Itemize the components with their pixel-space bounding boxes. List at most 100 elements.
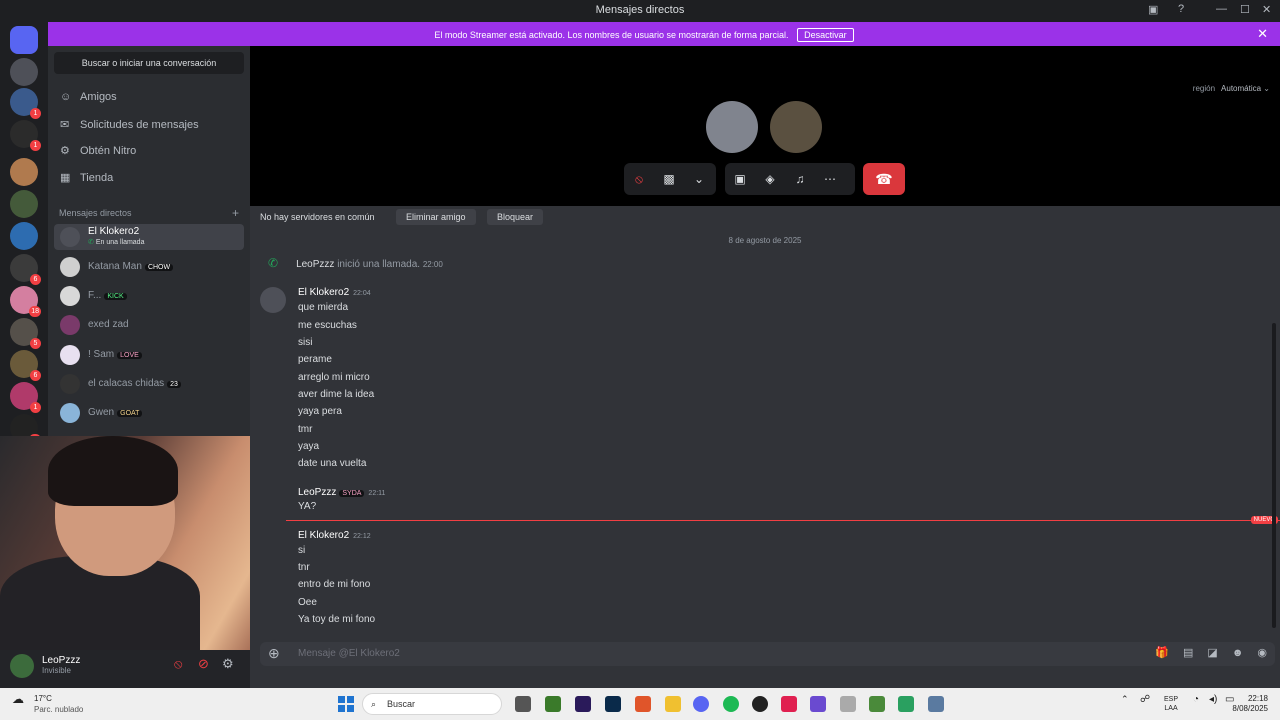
chevron-up-icon[interactable]: ⌃ bbox=[1121, 695, 1129, 704]
more-icon[interactable]: ⋯ bbox=[815, 163, 845, 195]
task-view-icon[interactable] bbox=[515, 696, 531, 712]
call-participant-avatar[interactable] bbox=[706, 101, 758, 153]
language-indicator[interactable]: ESP LAA bbox=[1164, 695, 1178, 713]
maximize-button[interactable]: ☐ bbox=[1240, 3, 1250, 16]
brave-icon[interactable] bbox=[635, 696, 651, 712]
dm-item[interactable]: Gwen GOAT bbox=[54, 400, 244, 426]
home-button[interactable] bbox=[10, 26, 38, 54]
disable-streamer-button[interactable]: Desactivar bbox=[797, 28, 854, 42]
call-participant-avatar[interactable] bbox=[770, 101, 822, 153]
discord-icon[interactable] bbox=[693, 696, 709, 712]
premiere-icon[interactable] bbox=[575, 696, 591, 712]
server-icon[interactable] bbox=[10, 58, 38, 86]
avatar[interactable] bbox=[260, 287, 286, 313]
author-name[interactable]: El Klokero2 bbox=[298, 287, 349, 298]
gift-icon[interactable]: 🎁 bbox=[1155, 647, 1169, 659]
server-tag: CHOW bbox=[144, 264, 174, 271]
hang-up-button[interactable]: ☎ bbox=[863, 163, 905, 195]
folder-icon[interactable] bbox=[665, 696, 681, 712]
unread-badge: 6 bbox=[30, 274, 41, 285]
remove-friend-button[interactable]: Eliminar amigo bbox=[396, 209, 476, 225]
taskbar-search-label: Buscar bbox=[387, 699, 416, 709]
dm-item[interactable]: exed zad bbox=[54, 312, 244, 338]
shop-icon: ▦ bbox=[60, 172, 71, 184]
gif-icon[interactable]: ▤ bbox=[1183, 647, 1193, 659]
author-name[interactable]: LeoPzzz bbox=[298, 487, 336, 498]
emoji-icon[interactable]: ☻ bbox=[1232, 647, 1244, 659]
spotify-icon[interactable] bbox=[723, 696, 739, 712]
mic-muted-icon[interactable]: ⦸ bbox=[624, 163, 654, 195]
inbox-icon[interactable]: ▣ bbox=[1148, 3, 1158, 16]
create-dm-icon[interactable]: + bbox=[232, 206, 239, 220]
taskbar-search[interactable]: ⌕ Buscar bbox=[362, 693, 502, 715]
volume-icon[interactable]: ◂) bbox=[1209, 695, 1217, 705]
screen-share-icon[interactable]: ▣ bbox=[725, 163, 755, 195]
server-icon[interactable] bbox=[10, 222, 38, 250]
server-icon[interactable]: 5 bbox=[10, 318, 41, 349]
message-text: yaya pera bbox=[298, 406, 342, 417]
start-button[interactable] bbox=[338, 696, 354, 712]
date-separator: 8 de agosto de 2025 bbox=[728, 236, 802, 245]
close-banner-icon[interactable]: ✕ bbox=[1257, 26, 1268, 42]
server-icon[interactable]: 1 bbox=[10, 88, 41, 119]
block-button[interactable]: Bloquear bbox=[487, 209, 544, 225]
obs-icon[interactable] bbox=[752, 696, 768, 712]
soundboard-icon[interactable]: ♫ bbox=[785, 163, 815, 195]
avatar bbox=[60, 403, 80, 423]
dm-item[interactable]: el calacas chidas 23 bbox=[54, 371, 244, 397]
clock[interactable]: 22:18 8/08/2025 bbox=[1232, 694, 1268, 714]
nav-friends[interactable]: ☺ Amigos bbox=[60, 91, 117, 103]
server-icon[interactable]: 6 bbox=[10, 350, 41, 381]
dm-item[interactable]: El Klokero2 ✆ En una llamada bbox=[54, 224, 244, 250]
network-icon[interactable]: ☍ bbox=[1140, 695, 1150, 705]
unread-badge: 18 bbox=[29, 306, 41, 317]
game-icon[interactable] bbox=[869, 696, 885, 712]
webcam-overlay bbox=[0, 436, 286, 650]
nav-shop[interactable]: ▦ Tienda bbox=[60, 171, 113, 184]
dm-header: Mensajes directos + bbox=[59, 206, 239, 220]
minecraft-icon[interactable] bbox=[545, 696, 561, 712]
notes-icon[interactable] bbox=[898, 696, 914, 712]
dm-item[interactable]: Katana Man CHOW bbox=[54, 254, 244, 280]
dm-item[interactable]: ! Sam LOVE bbox=[54, 342, 244, 368]
apps-icon[interactable]: ◉ bbox=[1257, 647, 1267, 659]
nav-message-requests[interactable]: ✉ Solicitudes de mensajes bbox=[60, 118, 199, 131]
close-window-button[interactable]: ✕ bbox=[1262, 3, 1271, 16]
server-icon[interactable] bbox=[10, 190, 38, 218]
photoshop-icon[interactable] bbox=[605, 696, 621, 712]
message-input[interactable]: ⊕ Mensaje @El Klokero2 🎁 ▤ ◪ ☻ ◉ bbox=[260, 642, 1275, 666]
weather-widget[interactable]: ☁ 17°C Parc. nublado bbox=[12, 692, 83, 714]
activity-controls: ▣ ◈ ♫ ⋯ bbox=[725, 163, 855, 195]
find-conversation-button[interactable]: Buscar o iniciar una conversación bbox=[54, 52, 244, 74]
chat-scrollbar[interactable] bbox=[1272, 323, 1276, 628]
server-icon[interactable]: 1 bbox=[10, 120, 41, 151]
region-selector[interactable]: región Automática ⌄ bbox=[1193, 84, 1270, 93]
chat-area: 8 de agosto de 2025 ✆ LeoPzzz inició una … bbox=[250, 228, 1280, 636]
server-icon[interactable]: 1 bbox=[10, 382, 41, 413]
message-text: que mierda bbox=[298, 302, 349, 313]
system-text: inició una llamada. bbox=[337, 259, 421, 270]
dm-item[interactable]: F... KICK bbox=[54, 283, 244, 309]
message-text: YA? bbox=[298, 501, 317, 512]
sticker-icon[interactable]: ◪ bbox=[1207, 647, 1217, 659]
camera-off-icon[interactable]: ▩ bbox=[654, 163, 684, 195]
minimize-button[interactable]: — bbox=[1216, 3, 1227, 15]
add-attachment-icon[interactable]: ⊕ bbox=[268, 645, 280, 662]
wifi-icon[interactable]: ◔ bbox=[1193, 695, 1199, 705]
chevron-down-icon[interactable]: ⌄ bbox=[684, 163, 714, 195]
snipping-icon[interactable] bbox=[840, 696, 856, 712]
author-name[interactable]: El Klokero2 bbox=[298, 530, 349, 541]
calculator-icon[interactable] bbox=[928, 696, 944, 712]
server-icon[interactable] bbox=[10, 158, 38, 186]
gear-icon[interactable]: ⚙ bbox=[222, 656, 234, 672]
server-icon[interactable]: 18 bbox=[10, 286, 41, 317]
activity-icon[interactable]: ◈ bbox=[755, 163, 785, 195]
nav-nitro[interactable]: ⚙ Obtén Nitro bbox=[60, 144, 136, 157]
tiktok-icon[interactable] bbox=[781, 696, 797, 712]
help-icon[interactable]: ? bbox=[1178, 3, 1184, 15]
headset-deafened-icon[interactable]: ⊘ bbox=[198, 656, 209, 672]
avatar[interactable] bbox=[10, 654, 34, 678]
mic-muted-icon[interactable]: ⦸ bbox=[174, 656, 182, 672]
server-icon[interactable]: 6 bbox=[10, 254, 41, 285]
app-icon[interactable] bbox=[810, 696, 826, 712]
